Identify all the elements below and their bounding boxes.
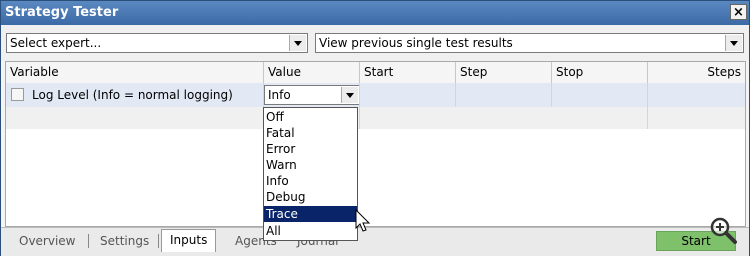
dropdown-option-error[interactable]: Error [264,141,357,157]
table-row [6,107,745,129]
window-title: Strategy Tester [5,5,119,20]
tab-inputs[interactable]: Inputs [161,229,217,252]
title-bar: Strategy Tester × [1,1,749,25]
col-value[interactable]: Value [264,62,360,83]
dropdown-option-debug[interactable]: Debug [264,189,357,205]
col-start[interactable]: Start [360,62,456,83]
value-dropdown-list[interactable]: Off Fatal Error Warn Info Debug Trace Al… [263,107,358,241]
mode-select[interactable]: View previous single test results [315,33,744,53]
optimize-checkbox[interactable] [11,88,24,101]
table-row[interactable]: Log Level (Info = normal logging) Info [6,83,745,108]
tab-settings[interactable]: Settings [100,231,149,251]
column-divider [551,83,552,107]
dropdown-option-fatal[interactable]: Fatal [264,125,357,141]
strategy-tester-window: Strategy Tester × Select expert... View … [0,0,750,256]
column-divider [359,83,360,107]
variable-label: Log Level (Info = normal logging) [32,88,233,102]
mode-select-value: View previous single test results [319,36,513,50]
tab-overview[interactable]: Overview [19,231,76,251]
dropdown-option-info[interactable]: Info [264,173,357,189]
column-divider [647,83,648,107]
toolbar: Select expert... View previous single te… [1,25,749,61]
chevron-down-icon[interactable] [341,87,358,103]
value-select-value: Info [268,88,291,102]
zoom-magnifier-icon[interactable] [708,215,738,245]
column-divider [455,83,456,107]
chevron-down-icon[interactable] [725,35,742,51]
close-button[interactable]: × [730,4,747,20]
dropdown-option-off[interactable]: Off [264,109,357,125]
column-divider [359,107,360,129]
dropdown-option-trace[interactable]: Trace [264,206,357,222]
col-step[interactable]: Step [456,62,552,83]
column-divider [647,107,648,129]
tab-separator [158,234,159,248]
tab-bar: Overview Settings Inputs Agents Journal … [1,227,749,256]
tab-separator [88,234,89,248]
expert-select[interactable]: Select expert... [6,33,308,53]
inputs-grid: Variable Value Start Step Stop Steps Log… [5,61,746,227]
chevron-down-icon[interactable] [289,35,306,51]
dropdown-option-warn[interactable]: Warn [264,157,357,173]
grid-header: Variable Value Start Step Stop Steps [6,62,745,84]
col-variable[interactable]: Variable [6,62,264,83]
col-steps[interactable]: Steps [648,62,745,83]
col-stop[interactable]: Stop [552,62,648,83]
mouse-pointer-icon [355,209,371,232]
expert-select-value: Select expert... [10,36,102,50]
dropdown-option-all[interactable]: All [264,223,357,239]
value-select[interactable]: Info [264,85,360,105]
